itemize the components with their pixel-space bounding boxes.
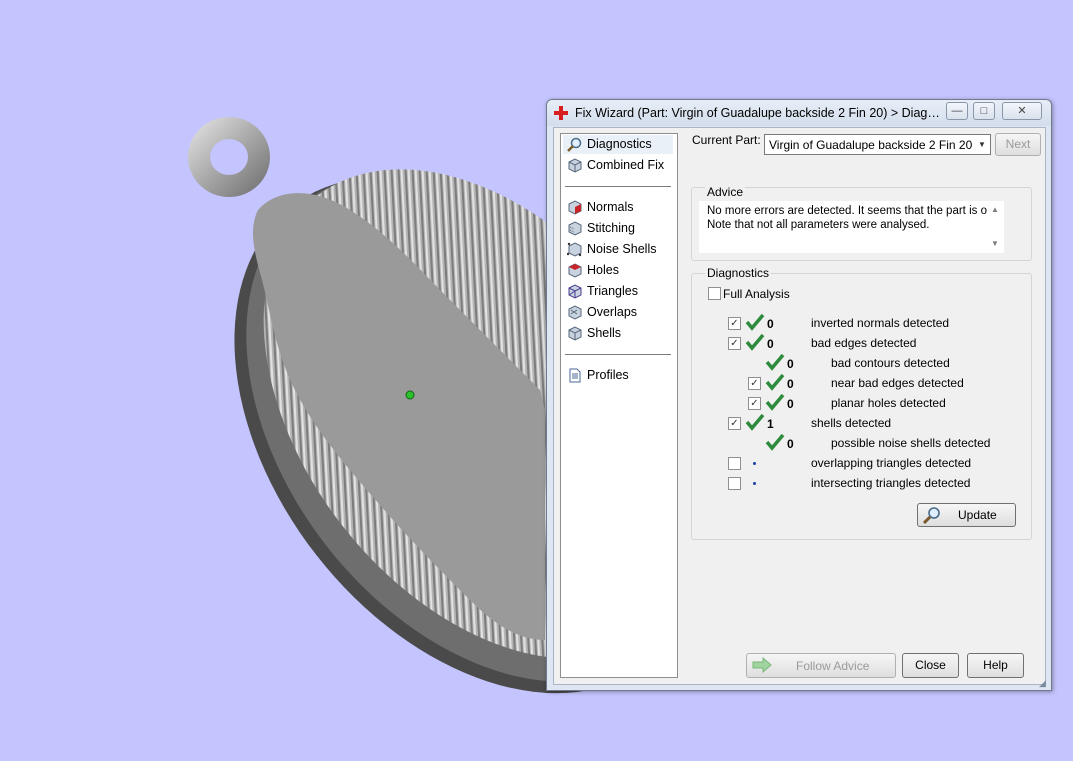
row-label: near bad edges detected: [831, 376, 964, 390]
overlaps-cube-icon: [568, 305, 582, 320]
nav-item-label: Profiles: [587, 368, 629, 382]
checkmark-icon: [745, 413, 765, 431]
next-button[interactable]: Next: [995, 133, 1041, 156]
row-label: inverted normals detected: [811, 316, 950, 330]
current-part-label: Current Part:: [692, 133, 761, 147]
row-count: 0: [767, 337, 774, 351]
close-button[interactable]: Close: [902, 653, 959, 678]
close-window-button[interactable]: ✕: [1002, 102, 1042, 120]
advice-scrollbar[interactable]: ▲ ▼: [987, 201, 1004, 253]
nav-item-profiles[interactable]: Profiles: [563, 366, 673, 385]
status-dot-icon: [753, 462, 756, 465]
magnifier-icon: [567, 137, 582, 152]
row-checkbox[interactable]: ✓: [728, 337, 741, 350]
wizard-nav-list: Diagnostics Combined Fix Normals Stitchi…: [560, 133, 678, 678]
checkmark-icon: [765, 373, 785, 391]
row-checkbox[interactable]: ✓: [748, 377, 761, 390]
advice-line: No more errors are detected. It seems th…: [707, 205, 996, 217]
row-checkbox[interactable]: [728, 457, 741, 470]
row-label: planar holes detected: [831, 396, 946, 410]
normals-cube-icon: [568, 200, 582, 215]
current-part-value: Virgin of Guadalupe backside 2 Fin 20: [769, 138, 973, 152]
update-label: Update: [958, 508, 997, 522]
advice-line: Note that not all parameters were analys…: [707, 219, 930, 231]
nav-item-normals[interactable]: Normals: [563, 198, 673, 217]
checkmark-icon: [765, 353, 785, 371]
nav-item-stitching[interactable]: Stitching: [563, 219, 673, 238]
checkmark-icon: [745, 333, 765, 351]
nav-item-label: Normals: [587, 200, 634, 214]
nav-item-label: Overlaps: [587, 305, 638, 319]
nav-separator: [565, 186, 671, 187]
shells-cube-icon: [568, 326, 582, 341]
wizard-client-area: Diagnostics Combined Fix Normals Stitchi…: [553, 127, 1046, 685]
noise-shells-icon: [567, 242, 582, 257]
follow-advice-label: Follow Advice: [796, 659, 870, 673]
arrow-right-icon: [752, 657, 772, 673]
scroll-down-icon[interactable]: ▼: [991, 239, 999, 248]
row-label: shells detected: [811, 416, 892, 430]
row-checkbox[interactable]: ✓: [728, 417, 741, 430]
help-button[interactable]: Help: [967, 653, 1024, 678]
current-part-select[interactable]: Virgin of Guadalupe backside 2 Fin 20 ▼: [764, 134, 991, 155]
holes-cube-icon: [568, 263, 582, 278]
checkmark-icon: [745, 313, 765, 331]
red-cross-icon: [554, 106, 568, 120]
nav-item-overlaps[interactable]: Overlaps: [563, 303, 673, 322]
checkmark-icon: [765, 393, 785, 411]
nav-item-label: Combined Fix: [587, 158, 665, 172]
row-label: overlapping triangles detected: [811, 456, 972, 470]
row-label: bad edges detected: [811, 336, 917, 350]
advice-text: No more errors are detected. It seems th…: [707, 204, 999, 232]
minimize-button[interactable]: —: [946, 102, 968, 120]
row-count: 0: [787, 357, 794, 371]
row-checkbox[interactable]: ✓: [748, 397, 761, 410]
advice-group-title: Advice: [705, 185, 746, 199]
triangles-cube-icon: [568, 284, 582, 299]
row-count: 0: [787, 437, 794, 451]
maximize-button[interactable]: □: [973, 102, 995, 120]
row-count: 1: [767, 417, 774, 431]
nav-item-label: Noise Shells: [587, 242, 657, 256]
cube-icon: [568, 158, 582, 173]
nav-item-label: Holes: [587, 263, 619, 277]
diagnostics-group-title: Diagnostics: [705, 266, 772, 280]
row-checkbox[interactable]: ✓: [728, 317, 741, 330]
advice-text-box: No more errors are detected. It seems th…: [699, 201, 1004, 253]
magnifier-icon: [923, 507, 940, 524]
scroll-up-icon[interactable]: ▲: [991, 205, 999, 214]
nav-separator: [565, 354, 671, 355]
nav-item-triangles[interactable]: Triangles: [563, 282, 673, 301]
row-checkbox[interactable]: [728, 477, 741, 490]
nav-item-label: Stitching: [587, 221, 635, 235]
title-bar[interactable]: Fix Wizard (Part: Virgin of Guadalupe ba…: [547, 100, 1051, 126]
resize-grip-icon[interactable]: ◢: [1039, 678, 1049, 688]
nav-item-label: Diagnostics: [587, 137, 652, 151]
row-count: 0: [767, 317, 774, 331]
nav-item-diagnostics[interactable]: Diagnostics: [563, 135, 673, 154]
document-icon: [569, 368, 581, 383]
window-title: Fix Wizard (Part: Virgin of Guadalupe ba…: [575, 106, 945, 120]
row-label: bad contours detected: [831, 356, 950, 370]
chevron-down-icon: ▼: [978, 140, 986, 149]
row-label: possible noise shells detected: [831, 436, 991, 450]
fix-wizard-window: Fix Wizard (Part: Virgin of Guadalupe ba…: [546, 99, 1052, 691]
row-label: intersecting triangles detected: [811, 476, 971, 490]
nav-item-label: Triangles: [587, 284, 638, 298]
stitching-cube-icon: [568, 221, 582, 236]
nav-item-noise-shells[interactable]: Noise Shells: [563, 240, 673, 259]
checkmark-icon: [765, 433, 785, 451]
nav-item-holes[interactable]: Holes: [563, 261, 673, 280]
row-count: 0: [787, 397, 794, 411]
nav-item-label: Shells: [587, 326, 622, 340]
full-analysis-label: Full Analysis: [723, 287, 790, 301]
row-count: 0: [787, 377, 794, 391]
nav-item-combined-fix[interactable]: Combined Fix: [563, 156, 673, 175]
follow-advice-button[interactable]: Follow Advice: [746, 653, 896, 678]
nav-item-shells[interactable]: Shells: [563, 324, 673, 343]
status-dot-icon: [753, 482, 756, 485]
full-analysis-checkbox[interactable]: [708, 287, 721, 300]
update-button[interactable]: Update: [917, 503, 1016, 527]
